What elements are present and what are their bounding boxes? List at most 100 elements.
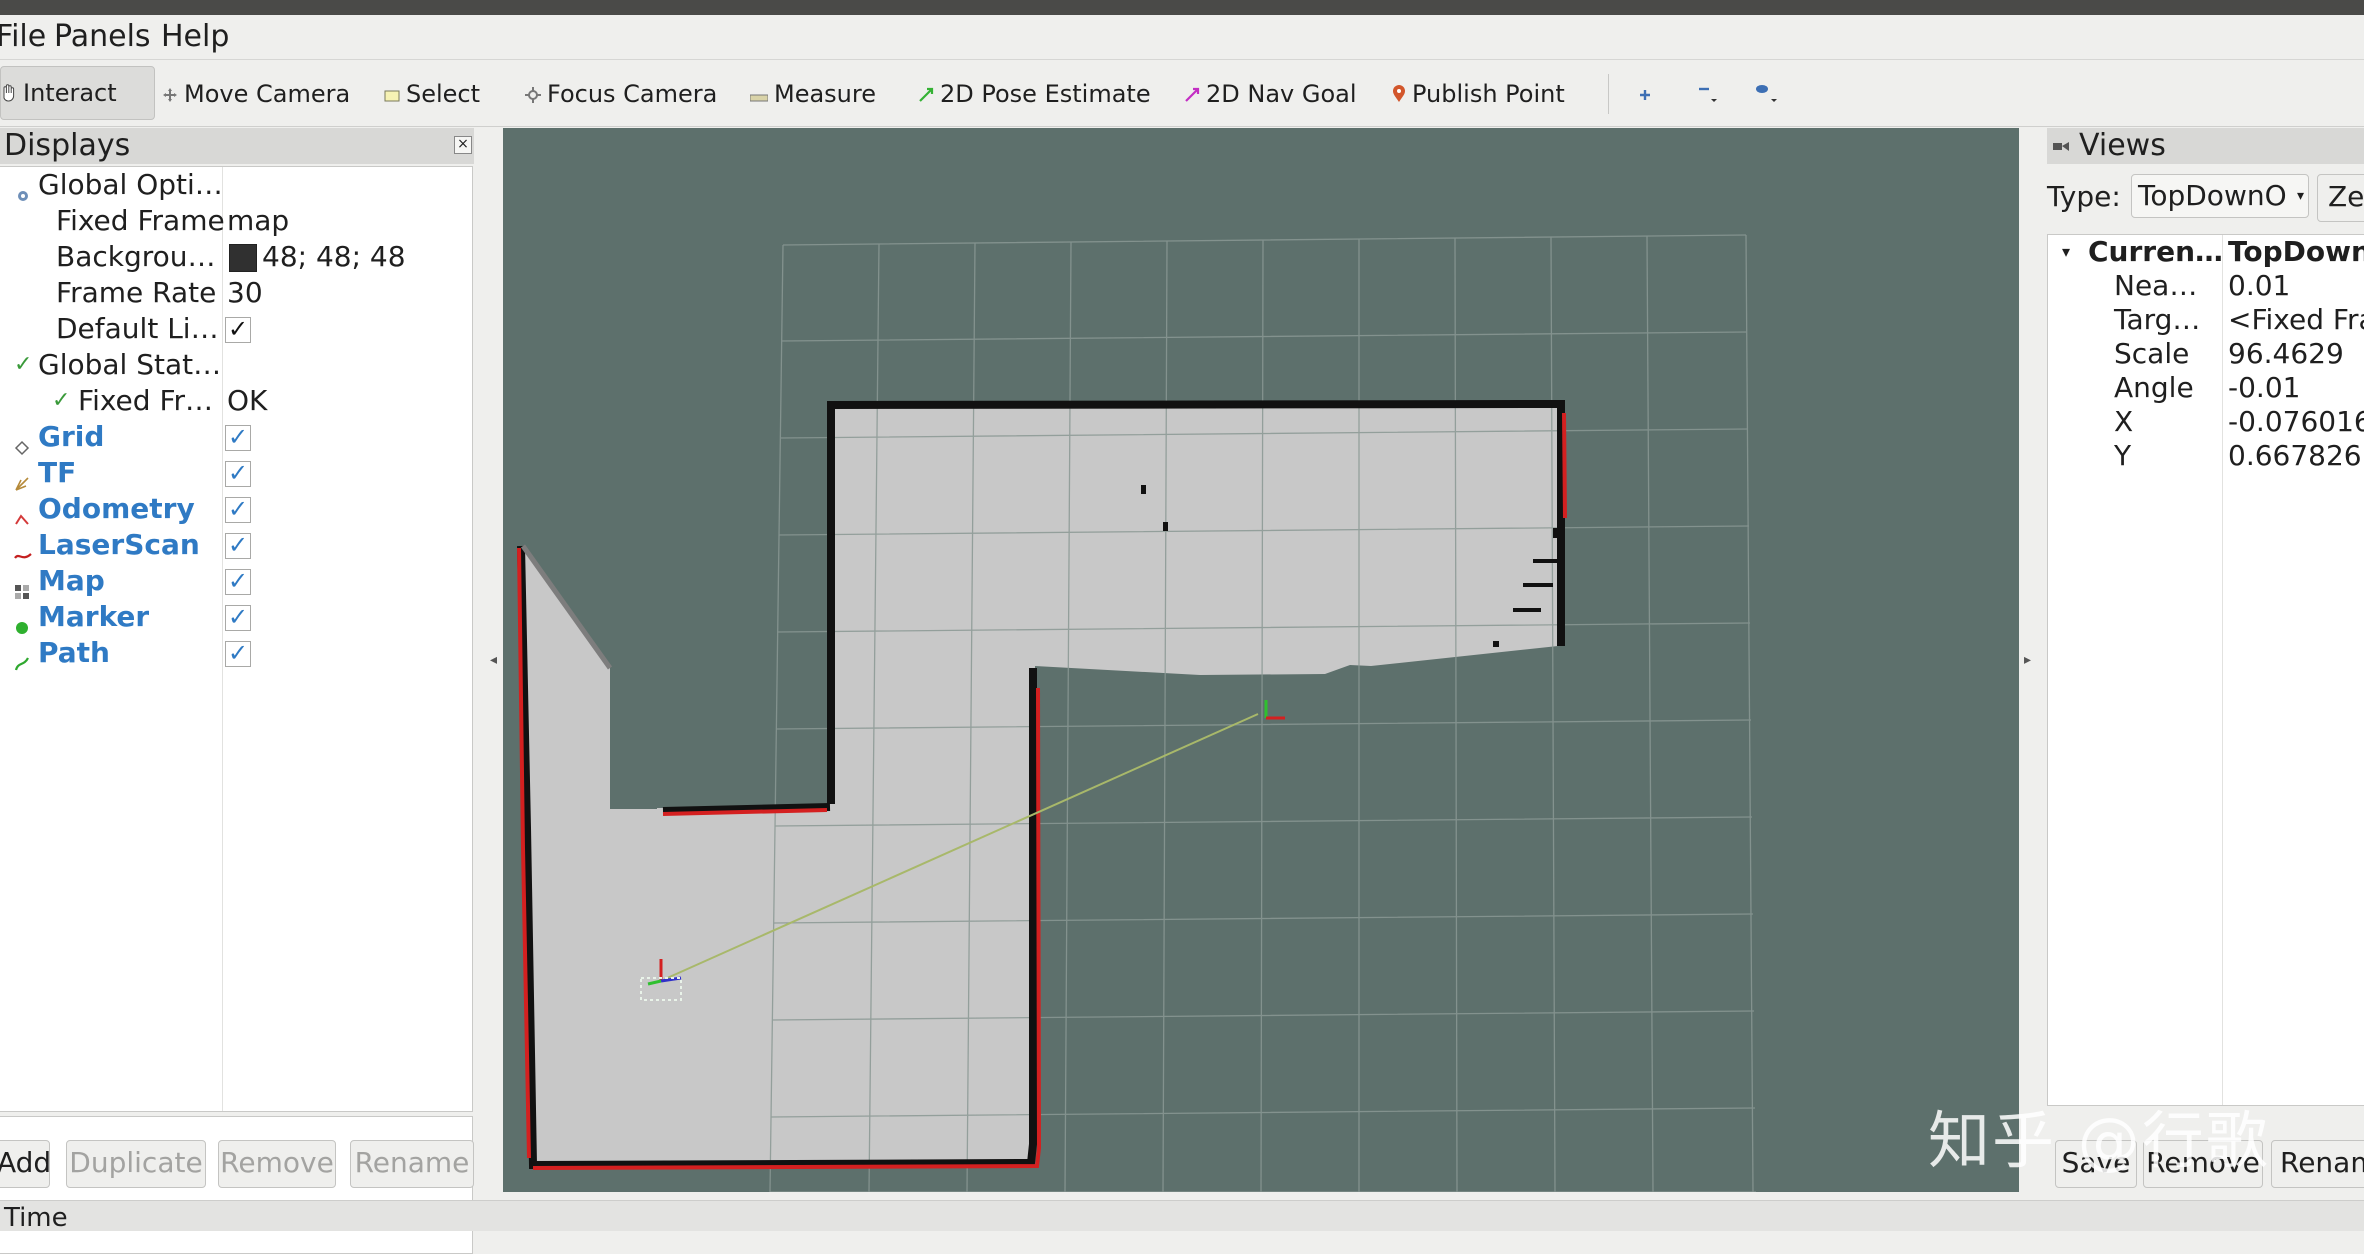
y-row[interactable]: Y 0.667826	[2048, 439, 2364, 473]
display-item-checkbox[interactable]: ✓	[225, 533, 251, 559]
near-clip-row[interactable]: Nea… 0.01	[2048, 269, 2364, 303]
display-item-path[interactable]: Path ✓	[0, 635, 472, 671]
menu-help[interactable]: Help	[161, 19, 229, 55]
publish-point-tool-button[interactable]: Publish Point	[1392, 72, 1565, 116]
display-item-checkbox[interactable]: ✓	[225, 641, 251, 667]
path-icon	[14, 645, 30, 681]
views-title: Views	[2079, 128, 2166, 163]
display-item-marker[interactable]: Marker ✓	[0, 599, 472, 635]
display-item-checkbox[interactable]: ✓	[225, 569, 251, 595]
near-clip-key: Nea…	[2114, 269, 2198, 302]
interact-tool-button[interactable]: Interact	[0, 66, 155, 120]
display-item-tf[interactable]: TF ✓	[0, 455, 472, 491]
focus-camera-tool-button[interactable]: Focus Camera	[525, 72, 717, 116]
near-clip-value[interactable]: 0.01	[2228, 269, 2290, 303]
tool-properties-button[interactable]	[1754, 72, 1784, 116]
scale-row[interactable]: Scale 96.4629	[2048, 337, 2364, 371]
target-frame-key: Targ…	[2114, 303, 2201, 336]
y-value[interactable]: 0.667826	[2228, 439, 2362, 473]
menu-file[interactable]: File	[0, 19, 46, 55]
select-label: Select	[406, 80, 481, 108]
display-item-checkbox[interactable]: ✓	[225, 461, 251, 487]
green-arrow-icon	[918, 73, 934, 117]
focus-camera-icon	[525, 73, 541, 117]
move-camera-label: Move Camera	[184, 80, 351, 108]
left-splitter[interactable]: ◂	[478, 128, 502, 1192]
display-item-label: Path	[38, 636, 110, 669]
global-status-row[interactable]: ✓ Global Stat…	[0, 347, 472, 383]
collapse-right-icon[interactable]: ▸	[2024, 652, 2031, 668]
toolbar-separator	[1608, 74, 1609, 114]
views-panel: Views Type: TopDownO ▾ Zer ▾ Curren… Top…	[2047, 128, 2364, 1194]
views-header: Views	[2047, 128, 2364, 164]
display-item-checkbox[interactable]: ✓	[225, 425, 251, 451]
measure-tool-button[interactable]: Measure	[749, 72, 876, 116]
move-camera-tool-button[interactable]: Move Camera	[162, 72, 350, 116]
collapse-left-icon[interactable]: ◂	[490, 652, 497, 668]
frame-rate-value[interactable]: 30	[227, 275, 263, 311]
fixed-frame-status-key: Fixed Fr…	[78, 384, 214, 417]
angle-row[interactable]: Angle -0.01	[2048, 371, 2364, 405]
zero-button[interactable]: Zer	[2317, 174, 2364, 222]
frame-rate-row[interactable]: Frame Rate 30	[0, 275, 472, 311]
rename-display-button[interactable]: Rename	[350, 1140, 474, 1188]
select-tool-button[interactable]: Select	[384, 72, 480, 116]
remove-tool-button[interactable]	[1696, 72, 1724, 116]
display-item-label: Odometry	[38, 492, 195, 525]
display-item-label: Marker	[38, 600, 150, 633]
plus-icon	[1637, 73, 1653, 117]
display-item-label: Grid	[38, 420, 105, 453]
display-item-odometry[interactable]: Odometry ✓	[0, 491, 472, 527]
duplicate-button[interactable]: Duplicate	[66, 1140, 206, 1188]
nav-goal-tool-button[interactable]: 2D Nav Goal	[1184, 72, 1357, 116]
render-viewport[interactable]	[503, 128, 2019, 1192]
move-camera-icon	[162, 73, 178, 117]
display-item-checkbox[interactable]: ✓	[225, 497, 251, 523]
background-row[interactable]: Backgrou… 48; 48; 48	[0, 239, 472, 275]
add-button[interactable]: Add	[0, 1140, 51, 1188]
fixed-frame-row[interactable]: Fixed Frame map	[0, 203, 472, 239]
type-label: Type:	[2047, 180, 2121, 213]
menu-panels[interactable]: Panels	[54, 19, 151, 55]
display-item-label: LaserScan	[38, 528, 200, 561]
rename-view-button[interactable]: Renam	[2271, 1140, 2364, 1188]
displays-tree: Global Opti… Fixed Frame map Backgrou… 4…	[0, 166, 473, 1112]
fixed-frame-status-row[interactable]: ✓ Fixed Fr… OK	[0, 383, 472, 419]
close-icon[interactable]: ×	[454, 136, 472, 154]
target-frame-value[interactable]: <Fixed Fra…	[2228, 303, 2364, 337]
right-splitter[interactable]: ▸	[2020, 128, 2048, 1192]
check-icon: ✓	[14, 352, 33, 377]
target-frame-row[interactable]: Targ… <Fixed Fra…	[2048, 303, 2364, 337]
scale-key: Scale	[2114, 337, 2190, 370]
map-canvas[interactable]	[503, 128, 2019, 1192]
minus-icon	[1696, 73, 1718, 117]
background-value[interactable]: 48; 48; 48	[262, 239, 406, 275]
x-value[interactable]: -0.0760167	[2228, 405, 2364, 439]
current-view-row[interactable]: ▾ Curren… TopDown…	[2048, 235, 2364, 269]
view-type-select[interactable]: TopDownO ▾	[2131, 174, 2309, 218]
pose-estimate-tool-button[interactable]: 2D Pose Estimate	[918, 72, 1151, 116]
measure-label: Measure	[774, 80, 876, 108]
angle-value[interactable]: -0.01	[2228, 371, 2300, 405]
display-item-label: Map	[38, 564, 105, 597]
menubar: File Panels Help	[0, 15, 2364, 60]
add-tool-button[interactable]	[1637, 72, 1659, 116]
global-options-label: Global Opti…	[38, 168, 223, 201]
scale-value[interactable]: 96.4629	[2228, 337, 2344, 371]
display-item-laserscan[interactable]: LaserScan ✓	[0, 527, 472, 563]
display-item-checkbox[interactable]: ✓	[225, 605, 251, 631]
collapse-arrow-icon: ▾	[2062, 242, 2071, 261]
default-light-checkbox[interactable]: ✓	[225, 317, 251, 343]
magenta-arrow-icon	[1184, 73, 1200, 117]
default-light-row[interactable]: Default Li… ✓	[0, 311, 472, 347]
fixed-frame-value[interactable]: map	[227, 203, 289, 239]
check-icon: ✓	[52, 388, 71, 413]
x-row[interactable]: X -0.0760167	[2048, 405, 2364, 439]
remove-display-button[interactable]: Remove	[218, 1140, 336, 1188]
time-label: Time	[4, 1203, 68, 1233]
color-swatch[interactable]	[229, 244, 257, 272]
angle-key: Angle	[2114, 371, 2194, 404]
display-item-map[interactable]: Map ✓	[0, 563, 472, 599]
display-item-grid[interactable]: Grid ✓	[0, 419, 472, 456]
global-options-row[interactable]: Global Opti…	[0, 167, 472, 203]
